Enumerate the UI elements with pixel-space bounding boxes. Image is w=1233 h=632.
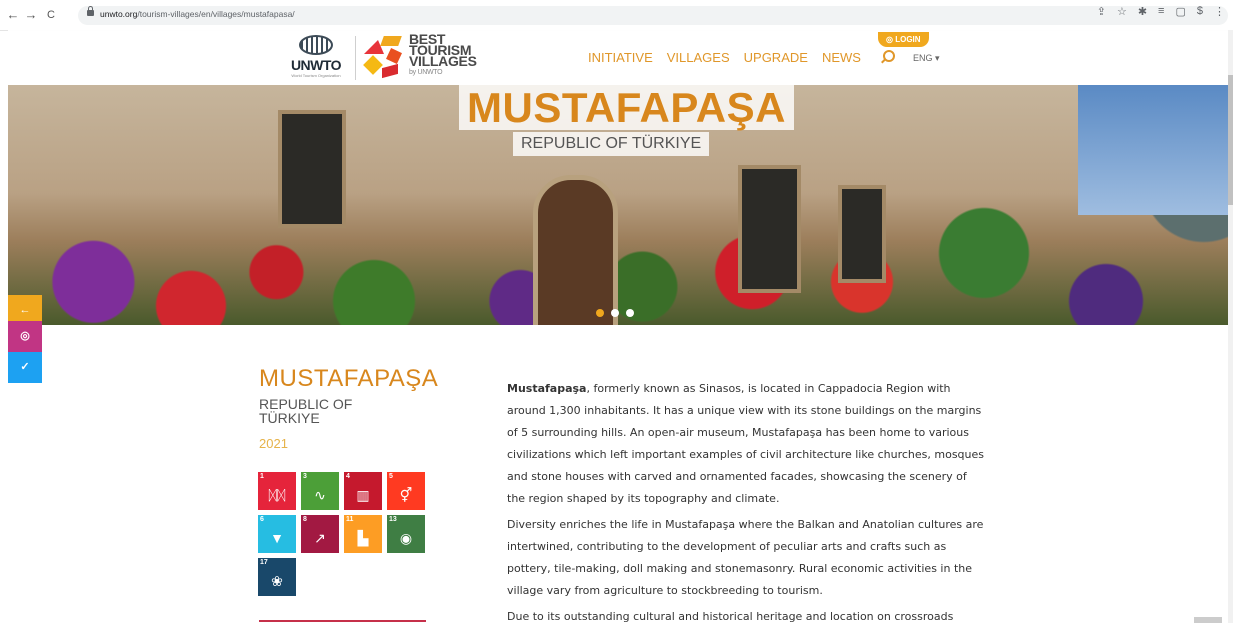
description-paragraph: Diversity enriches the life in Mustafapa… (507, 518, 984, 597)
url-domain: unwto.org (100, 9, 138, 19)
sdg-symbol: ◉ (399, 530, 413, 546)
sdg-symbol: ↗ (314, 530, 326, 546)
menu-item-villages[interactable]: VILLAGES (667, 50, 730, 65)
sdg-number: 13 (389, 516, 397, 523)
description-text: , formerly known as Sinasos, is located … (507, 382, 985, 505)
login-button[interactable]: ◎ LOGIN (878, 32, 929, 47)
forward-icon[interactable]: → (24, 8, 38, 22)
address-bar[interactable]: unwto.org/tourism-villages/en/villages/m… (78, 6, 1228, 25)
globe-icon (299, 35, 333, 55)
url-text[interactable]: unwto.org/tourism-villages/en/villages/m… (100, 9, 295, 19)
reading-list-icon[interactable]: ≡ (1158, 5, 1164, 18)
sdg-3-icon[interactable]: 3 ∿ (301, 472, 339, 510)
section-divider (259, 620, 426, 622)
sdg-17-icon[interactable]: 17 ❀ (258, 558, 296, 596)
sdg-number: 11 (346, 516, 354, 523)
sdg-13-icon[interactable]: 13 ◉ (387, 515, 425, 553)
search-icon[interactable] (883, 50, 895, 62)
slider-dot[interactable] (611, 309, 619, 317)
sdg-symbol: ⚥ (399, 487, 413, 503)
best-tourism-villages-logo-icon[interactable] (362, 36, 406, 80)
extensions-icon[interactable]: ✱ (1138, 5, 1147, 18)
bookmark-star-icon[interactable]: ☆ (1117, 5, 1127, 18)
back-icon[interactable]: ← (6, 8, 20, 22)
page-scrollbar[interactable] (1228, 30, 1233, 623)
slider-dot[interactable] (596, 309, 604, 317)
village-country: REPUBLIC OF TÜRKIYE (259, 396, 353, 426)
sdg-symbol: ❀ (271, 573, 283, 589)
unwto-label: UNWTO (290, 57, 342, 73)
village-description: Mustafapaşa, formerly known as Sinasos, … (507, 378, 985, 632)
menu-item-news[interactable]: NEWS (822, 50, 861, 65)
hero-title: MUSTAFAPAŞA (459, 85, 794, 130)
brand-name[interactable]: BEST TOURISM VILLAGES by UNWTO (409, 32, 477, 78)
unwto-logo[interactable]: UNWTO World Tourism Organization (280, 35, 352, 81)
sdg-number: 1 (260, 473, 264, 480)
description-highlight: Mustafapaşa (507, 382, 587, 395)
sdg-symbol: ▥ (356, 487, 370, 503)
profile-icon[interactable]: $ (1197, 5, 1203, 18)
menu-item-initiative[interactable]: INITIATIVE (588, 50, 653, 65)
sdg-symbol: ▙ (357, 530, 369, 546)
toolbar-icons: ⇪ ☆ ✱ ≡ ▢ $ ⋮ (1097, 5, 1225, 18)
language-selector[interactable]: ENG ▾ (913, 53, 940, 64)
url-path: /tourism-villages/en/villages/mustafapas… (137, 9, 295, 19)
share-icon[interactable]: ⇪ (1097, 5, 1106, 18)
slider-dot[interactable] (626, 309, 634, 317)
hero-subtitle: REPUBLIC OF TÜRKIYE (513, 132, 710, 156)
instagram-icon[interactable]: ◎ (8, 321, 42, 352)
hero-window (738, 165, 801, 293)
hero-window (278, 110, 346, 228)
hero-sky (1078, 85, 1228, 215)
sdg-6-icon[interactable]: 6 ▼ (258, 515, 296, 553)
lock-icon (87, 6, 94, 16)
menu-item-upgrade[interactable]: UPGRADE (744, 50, 808, 65)
description-paragraph: Due to its outstanding cultural and hist… (507, 610, 954, 623)
sdg-symbol: ᛞᛞ (268, 487, 286, 503)
back-to-top-button[interactable] (1194, 617, 1222, 623)
user-circle-icon: ◎ (886, 35, 896, 44)
hero-slider: MUSTAFAPAŞA REPUBLIC OF TÜRKIYE (8, 85, 1228, 325)
slider-dots (596, 309, 634, 317)
site-header: UNWTO World Tourism Organization BEST TO… (8, 30, 1228, 85)
sdg-number: 3 (303, 473, 307, 480)
village-year: 2021 (259, 436, 288, 451)
sdg-number: 4 (346, 473, 350, 480)
sdg-5-icon[interactable]: 5 ⚥ (387, 472, 425, 510)
sdg-number: 17 (260, 559, 268, 566)
description-paragraph: Mustafapaşa, formerly known as Sinasos, … (507, 378, 985, 510)
reload-icon[interactable]: C (44, 8, 58, 22)
main-menu: INITIATIVE VILLAGES UPGRADE NEWS (588, 50, 861, 65)
twitter-icon[interactable]: ✓ (8, 352, 42, 383)
village-name: MUSTAFAPAŞA (259, 365, 439, 392)
login-label: LOGIN (895, 35, 921, 44)
scrollbar-thumb[interactable] (1228, 75, 1233, 205)
sdg-1-icon[interactable]: 1 ᛞᛞ (258, 472, 296, 510)
unwto-subtitle: World Tourism Organization (291, 73, 341, 78)
browser-toolbar: ← → C unwto.org/tourism-villages/en/vill… (0, 0, 1233, 31)
logo-divider (355, 36, 356, 80)
side-panel-icon[interactable]: ▢ (1175, 5, 1185, 18)
sdg-number: 5 (389, 473, 393, 480)
menu-kebab-icon[interactable]: ⋮ (1214, 5, 1225, 18)
brand-line-villages: VILLAGES (409, 53, 477, 69)
hero-window (838, 185, 886, 283)
sdg-8-icon[interactable]: 8 ↗ (301, 515, 339, 553)
sdg-number: 8 (303, 516, 307, 523)
hero-door (533, 175, 618, 325)
sdg-number: 6 (260, 516, 264, 523)
sdg-symbol: ▼ (270, 530, 284, 546)
sdg-11-icon[interactable]: 11 ▙ (344, 515, 382, 553)
sdg-symbol: ∿ (314, 487, 326, 503)
sdg-4-icon[interactable]: 4 ▥ (344, 472, 382, 510)
